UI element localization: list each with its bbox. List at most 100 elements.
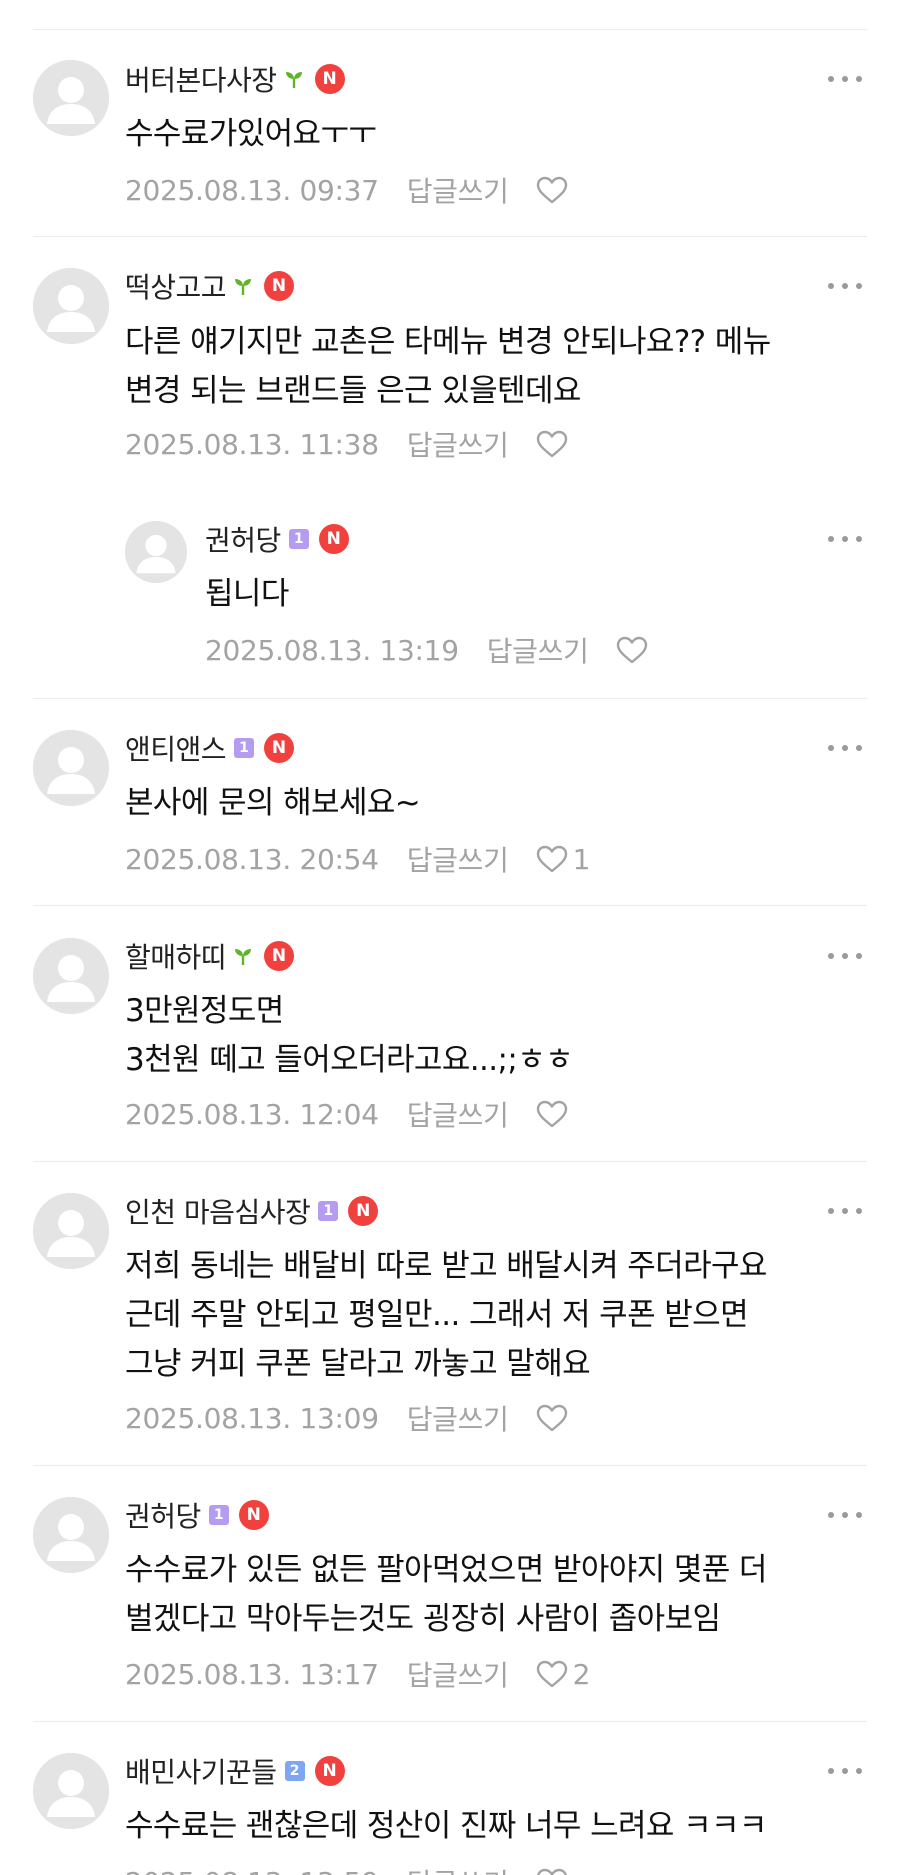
more-icon[interactable] [828,69,862,89]
more-icon[interactable] [828,1761,862,1781]
comment-date: 2025.08.13. 20:54 [125,842,379,876]
like-button[interactable] [535,175,569,205]
comment-meta: 2025.08.13. 13:59 답글쓰기 [125,1864,569,1875]
comment-date: 2025.08.13. 09:37 [125,173,379,207]
avatar[interactable] [33,60,109,136]
author-row: 인천 마음심사장 1 N [125,1191,379,1231]
author-nickname[interactable]: 할매하띠 [125,936,227,976]
avatar[interactable] [125,521,187,583]
heart-icon [535,1659,569,1689]
more-dot [856,283,862,289]
avatar[interactable] [33,1497,109,1573]
comment-list: 버터본다사장 N 수수료가있어요ㅜㅜ 2025.08.13. 09:37 답글쓰기 떡상고… [0,0,900,1875]
more-dot [828,1768,834,1774]
reply-button[interactable]: 답글쓰기 [407,424,509,464]
more-icon[interactable] [828,738,862,758]
like-button[interactable]: 1 [535,842,591,876]
author-nickname[interactable]: 권허당 [205,519,281,559]
more-dot [828,953,834,959]
author-nickname[interactable]: 떡상고고 [125,266,227,306]
new-badge: N [264,941,295,971]
comment-meta: 2025.08.13. 13:09 답글쓰기 [125,1400,569,1436]
divider [33,236,867,237]
more-dot [842,283,848,289]
new-badge: N [264,733,295,763]
reply-button[interactable]: 답글쓰기 [407,1094,509,1134]
more-icon[interactable] [828,276,862,296]
comment-text: 됩니다 [205,576,289,612]
author-row: 앤티앤스 1 N [125,728,295,768]
more-icon[interactable] [828,1505,862,1525]
more-dot [828,536,834,542]
avatar[interactable] [33,938,109,1014]
reply-button[interactable]: 답글쓰기 [407,839,509,879]
like-button[interactable] [535,429,569,459]
level-badge: 1 [234,738,255,758]
reply-button[interactable]: 답글쓰기 [407,1862,509,1875]
heart-icon [535,1403,569,1433]
more-dot [828,283,834,289]
more-dot [828,1512,834,1518]
author-row: 할매하띠 N [125,936,295,976]
more-icon[interactable] [828,529,862,549]
reply-button[interactable]: 답글쓰기 [407,1398,509,1438]
author-nickname[interactable]: 앤티앤스 [125,728,227,768]
avatar[interactable] [33,268,109,344]
comment-text: 수수료가 있든 없든 팔아먹었으면 받아야지 몇푼 더 벌겠다고 막아두는것도 … [125,1552,767,1637]
more-dot [856,76,862,82]
more-dot [828,1208,834,1214]
more-icon[interactable] [828,1201,862,1221]
author-nickname[interactable]: 권허당 [125,1495,201,1535]
new-badge: N [314,1756,345,1786]
new-badge: N [238,1500,269,1530]
like-button[interactable] [535,1099,569,1129]
more-dot [842,1768,848,1774]
like-count: 2 [572,1657,591,1691]
like-button[interactable] [535,1867,569,1875]
comment-text: 수수료가있어요ㅜㅜ [125,116,377,152]
comment-meta: 2025.08.13. 13:19 답글쓰기 [205,632,649,668]
divider [33,905,867,906]
comment-date: 2025.08.13. 13:59 [125,1866,379,1875]
more-dot [856,953,862,959]
author-row: 권허당 1 N [125,1496,269,1534]
avatar[interactable] [33,1193,109,1269]
more-dot [856,1768,862,1774]
divider [33,698,867,699]
more-dot [842,76,848,82]
heart-icon [535,1867,569,1875]
like-button[interactable] [535,1403,569,1433]
like-count: 1 [572,842,591,876]
reply-button[interactable]: 답글쓰기 [407,1654,509,1694]
avatar[interactable] [33,730,109,806]
sprout-icon [232,945,254,967]
comment-meta: 2025.08.13. 11:38 답글쓰기 [125,426,569,462]
more-dot [842,953,848,959]
reply-button[interactable]: 답글쓰기 [487,630,589,670]
author-nickname[interactable]: 배민사기꾼들 [125,1751,277,1791]
like-button[interactable]: 2 [535,1657,591,1691]
heart-icon [615,635,649,665]
more-icon[interactable] [828,946,862,966]
more-dot [842,1208,848,1214]
like-button[interactable] [615,635,649,665]
author-nickname[interactable]: 버터본다사장 [125,59,277,99]
comment-meta: 2025.08.13. 09:37 답글쓰기 [125,172,569,208]
level-badge: 1 [288,529,309,549]
comment-meta: 2025.08.13. 13:17 답글쓰기 2 [125,1654,591,1694]
comment-date: 2025.08.13. 13:19 [205,633,459,667]
divider [33,29,867,30]
level-badge: 1 [208,1505,229,1525]
heart-icon [535,429,569,459]
author-nickname[interactable]: 인천 마음심사장 [125,1191,311,1231]
author-row: 배민사기꾼들 2 N [125,1752,345,1790]
new-badge: N [318,524,349,554]
more-dot [856,745,862,751]
more-dot [842,536,848,542]
avatar[interactable] [33,1753,109,1829]
comment-text: 본사에 문의 해보세요~ [125,785,421,821]
sprout-icon [283,68,305,90]
reply-button[interactable]: 답글쓰기 [407,170,509,210]
divider [33,1161,867,1162]
divider [33,1721,867,1722]
